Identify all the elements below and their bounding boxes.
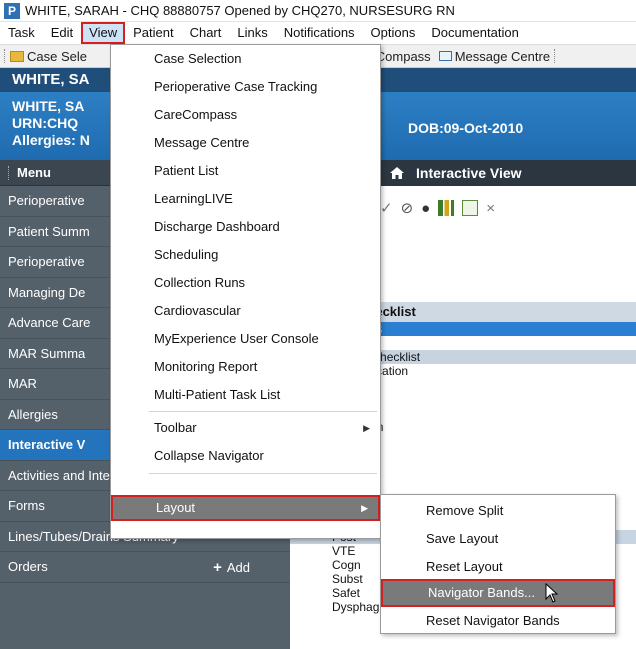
view-menu-perioperative-case-tracking[interactable]: Perioperative Case Tracking bbox=[111, 74, 380, 100]
menu-notifications[interactable]: Notifications bbox=[276, 22, 363, 44]
menu-view[interactable]: View bbox=[81, 22, 126, 44]
navigator-grip-icon[interactable] bbox=[8, 165, 11, 180]
interactive-view-title: Interactive View bbox=[416, 165, 522, 181]
menu-options[interactable]: Options bbox=[363, 22, 424, 44]
toolbar-case-selection-label: Case Sele bbox=[27, 48, 87, 64]
window-title: WHITE, SARAH - CHQ 88880757 Opened by CH… bbox=[25, 3, 455, 18]
menu-patient[interactable]: Patient bbox=[125, 22, 181, 44]
mouse-cursor-icon bbox=[545, 583, 559, 603]
view-menu-cardiovascular[interactable]: Cardiovascular bbox=[111, 298, 380, 324]
view-menu-patient-list[interactable]: Patient List bbox=[111, 158, 380, 184]
view-menu-case-selection[interactable]: Case Selection bbox=[111, 46, 380, 72]
banner-allergies: Allergies: N bbox=[12, 132, 90, 148]
banner-dob: DOB:09-Oct-2010 bbox=[408, 120, 524, 136]
view-menu-message-centre[interactable]: Message Centre bbox=[111, 130, 380, 156]
submenu-arrow-icon: ▶ bbox=[363, 423, 370, 433]
orders-add-button[interactable]: + Add bbox=[213, 559, 250, 576]
layout-reset-layout[interactable]: Reset Layout bbox=[381, 553, 615, 581]
group-icon[interactable]: ● bbox=[421, 200, 430, 217]
close-icon[interactable]: × bbox=[486, 200, 495, 217]
trend-chart-icon[interactable] bbox=[462, 200, 479, 216]
home-icon[interactable] bbox=[390, 167, 404, 179]
submenu-arrow-icon: ▶ bbox=[361, 503, 368, 513]
menu-documentation[interactable]: Documentation bbox=[423, 22, 526, 44]
menu-task[interactable]: Task bbox=[0, 22, 43, 44]
toolbar-message-centre-button[interactable]: Message Centre bbox=[431, 49, 550, 64]
bar-chart-icon[interactable] bbox=[438, 200, 455, 216]
clear-icon[interactable]: ⊘ bbox=[401, 199, 414, 217]
view-menu-toolbar-label: Toolbar bbox=[154, 420, 197, 435]
view-menu-toolbar[interactable]: Toolbar ▶ bbox=[111, 415, 380, 441]
view-menu-separator bbox=[149, 473, 377, 474]
menu-edit[interactable]: Edit bbox=[43, 22, 81, 44]
view-menu-dropdown: Case Selection Perioperative Case Tracki… bbox=[110, 44, 381, 539]
view-menu-myexperience-user-console[interactable]: MyExperience User Console bbox=[111, 326, 380, 352]
title-bar: P WHITE, SARAH - CHQ 88880757 Opened by … bbox=[0, 0, 636, 22]
toolbar-message-centre-label: Message Centre bbox=[454, 48, 551, 64]
toolbar-overflow-grip-icon[interactable] bbox=[554, 49, 557, 63]
menu-bar: Task Edit View Patient Chart Links Notif… bbox=[0, 22, 636, 44]
view-menu-carecompass[interactable]: CareCompass bbox=[111, 102, 380, 128]
view-menu-layout-label: Layout bbox=[156, 500, 196, 515]
banner-urn: URN:CHQ bbox=[12, 115, 79, 131]
menu-chart[interactable]: Chart bbox=[182, 22, 230, 44]
view-menu-discharge-dashboard[interactable]: Discharge Dashboard bbox=[111, 214, 380, 240]
view-menu-multi-patient-task-list[interactable]: Multi-Patient Task List bbox=[111, 382, 380, 408]
orders-add-label: Add bbox=[226, 560, 250, 575]
view-menu-scheduling[interactable]: Scheduling bbox=[111, 242, 380, 268]
view-menu-separator bbox=[149, 411, 377, 412]
navigator-header-label: Menu bbox=[17, 165, 51, 180]
view-menu-collapse-navigator[interactable]: Collapse Navigator bbox=[111, 443, 380, 469]
powerchart-app-icon: P bbox=[4, 2, 20, 19]
view-menu-layout[interactable]: Layout ▶ bbox=[111, 495, 380, 521]
view-menu-learninglive[interactable]: LearningLIVE bbox=[111, 186, 380, 212]
menu-links[interactable]: Links bbox=[229, 22, 275, 44]
banner-patient-name-top: WHITE, SA bbox=[12, 71, 90, 88]
nav-item-orders-label: Orders bbox=[8, 559, 48, 575]
view-menu-collection-runs[interactable]: Collection Runs bbox=[111, 270, 380, 296]
nav-item-orders[interactable]: Orders + Add bbox=[0, 552, 290, 583]
message-icon bbox=[438, 51, 452, 61]
layout-reset-navigator-bands[interactable]: Reset Navigator Bands bbox=[381, 607, 615, 635]
sign-icon[interactable]: ✓ bbox=[380, 199, 393, 217]
layout-save-layout[interactable]: Save Layout bbox=[381, 525, 615, 553]
banner-patient-name: WHITE, SA bbox=[12, 98, 85, 114]
toolbar-grip-icon[interactable] bbox=[4, 49, 7, 63]
folder-icon bbox=[10, 50, 24, 62]
toolbar-case-selection-button[interactable]: Case Sele bbox=[10, 49, 87, 64]
layout-submenu: Remove Split Save Layout Reset Layout Na… bbox=[380, 494, 616, 634]
view-menu-monitoring-report[interactable]: Monitoring Report bbox=[111, 354, 380, 380]
layout-remove-split[interactable]: Remove Split bbox=[381, 497, 615, 525]
plus-icon: + bbox=[213, 559, 222, 576]
layout-navigator-bands[interactable]: Navigator Bands... bbox=[381, 579, 615, 607]
